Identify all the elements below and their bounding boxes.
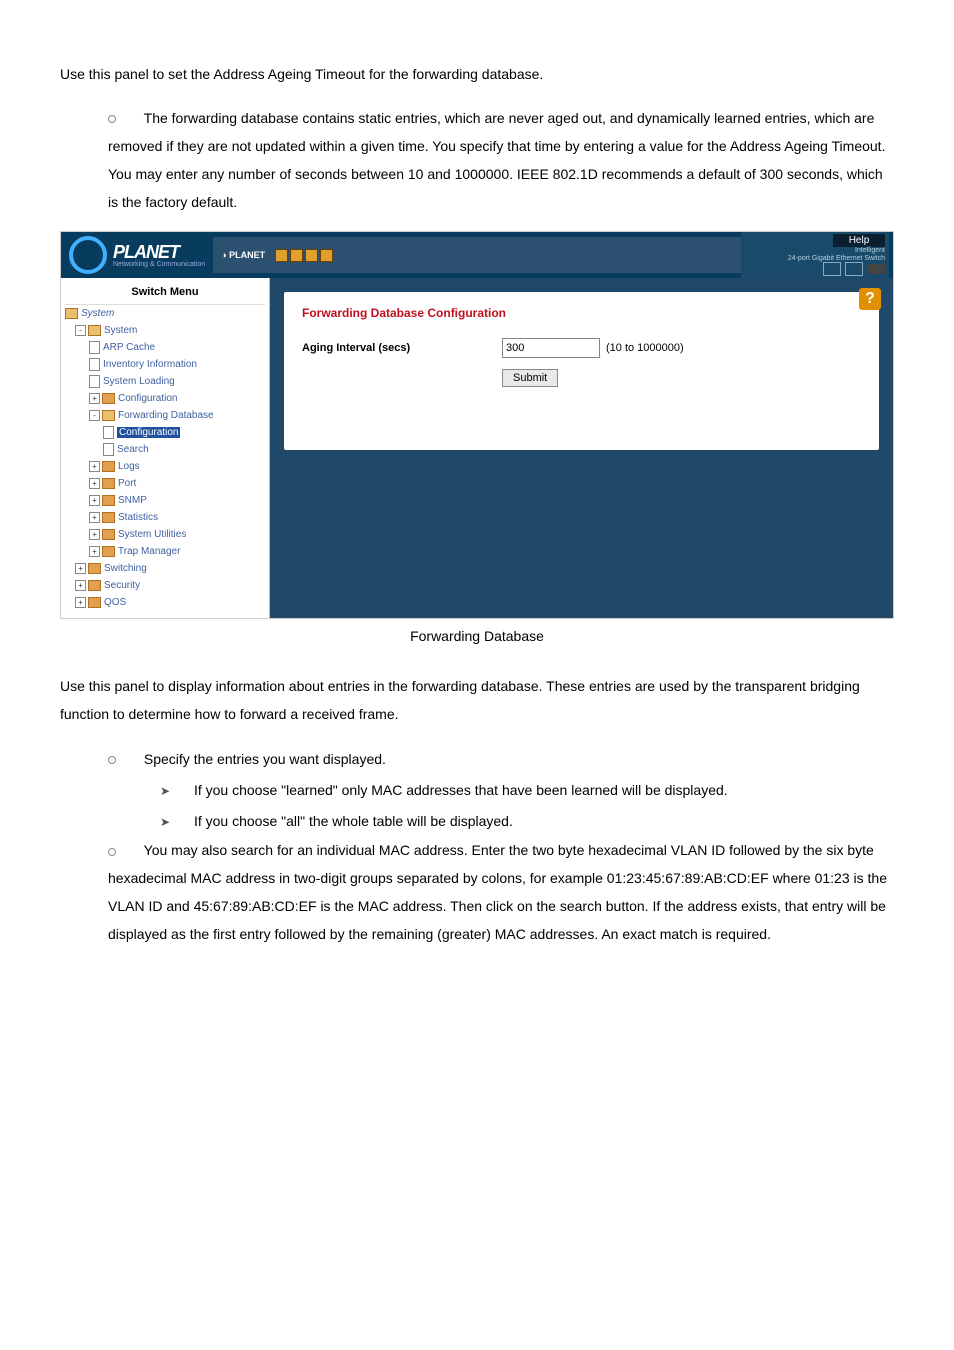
paragraph-search-intro: Use this panel to display information ab… [60, 672, 894, 728]
folder-icon [88, 325, 101, 336]
folder-icon [102, 410, 115, 421]
config-panel: Forwarding Database Configuration Aging … [284, 292, 879, 450]
aging-interval-label: Aging Interval (secs) [302, 342, 502, 354]
device-model-line1: Intelligent [745, 247, 885, 254]
tree-utilities[interactable]: System Utilities [118, 529, 186, 540]
folder-icon [102, 393, 115, 404]
expand-icon[interactable]: + [75, 563, 86, 574]
tree-fwd-search[interactable]: Search [117, 444, 149, 455]
folder-icon [102, 529, 115, 540]
figure-caption: Forwarding Database [60, 628, 894, 644]
expand-icon[interactable]: + [89, 461, 100, 472]
brand-name: PLANET [113, 243, 205, 261]
folder-icon [102, 546, 115, 557]
collapse-icon[interactable]: - [89, 410, 100, 421]
page-icon [103, 443, 114, 456]
collapse-icon[interactable]: - [75, 325, 86, 336]
folder-icon [102, 512, 115, 523]
panel-title: Forwarding Database Configuration [302, 306, 861, 320]
nav-tree: System - System ARP Cache Inventory Infor… [65, 305, 265, 611]
page-icon [89, 341, 100, 354]
expand-icon[interactable]: + [89, 546, 100, 557]
expand-icon[interactable]: + [89, 512, 100, 523]
bullet-icon [108, 756, 116, 764]
folder-icon [102, 478, 115, 489]
learned-text: If you choose "learned" only MAC address… [190, 782, 728, 798]
brand-logo: PLANET Networking & Communication [69, 236, 205, 274]
switch-menu-sidebar: Switch Menu System - System ARP Cache Inv… [61, 278, 270, 618]
tree-stats[interactable]: Statistics [118, 512, 158, 523]
tree-trap[interactable]: Trap Manager [118, 546, 180, 557]
expand-icon[interactable]: + [89, 478, 100, 489]
menu-title: Switch Menu [65, 284, 265, 305]
tree-root[interactable]: System [81, 308, 114, 319]
tree-security[interactable]: Security [104, 580, 140, 591]
sub-bullet-all: ➤ If you choose "all" the whole table wi… [160, 806, 894, 837]
arrow-icon: ➤ [160, 778, 170, 804]
submit-button[interactable]: Submit [502, 369, 558, 387]
content-area: ? Forwarding Database Configuration Agin… [270, 278, 893, 618]
bullet-text: The forwarding database contains static … [108, 110, 885, 210]
page-icon [103, 426, 114, 439]
bullet-ageing: The forwarding database contains static … [108, 104, 894, 216]
expand-icon[interactable]: + [75, 597, 86, 608]
tree-arp[interactable]: ARP Cache [103, 342, 155, 353]
folder-icon [102, 495, 115, 506]
tree-inventory[interactable]: Inventory Information [103, 359, 197, 370]
folder-icon [102, 461, 115, 472]
aging-interval-input[interactable] [502, 338, 600, 358]
brand-tagline: Networking & Communication [113, 261, 205, 268]
tree-configuration[interactable]: Configuration [118, 393, 177, 404]
tree-logs[interactable]: Logs [118, 461, 140, 472]
folder-icon [88, 563, 101, 574]
bullet-filter: Specify the entries you want displayed. [108, 744, 894, 775]
tree-qos[interactable]: QOS [104, 597, 126, 608]
tree-switching[interactable]: Switching [104, 563, 147, 574]
bullet-mac-search: You may also search for an individual MA… [108, 836, 894, 948]
uplink-icon [823, 262, 841, 276]
tree-loading[interactable]: System Loading [103, 376, 175, 387]
help-box: Help Intelligent 24-port Gigabit Etherne… [741, 232, 889, 278]
tree-system[interactable]: System [104, 325, 137, 336]
embedded-screenshot: PLANET Networking & Communication ◑ PLAN… [61, 232, 893, 618]
arrow-icon: ➤ [160, 809, 170, 835]
tree-port[interactable]: Port [118, 478, 136, 489]
logo-ring-icon [69, 236, 107, 274]
bullet-icon [108, 848, 116, 856]
expand-icon[interactable]: + [75, 580, 86, 591]
tree-fwd-config-selected[interactable]: Configuration [117, 427, 180, 438]
bullet-icon [108, 115, 116, 123]
folder-icon [88, 580, 101, 591]
tree-fwd-db[interactable]: Forwarding Database [118, 410, 214, 421]
expand-icon[interactable]: + [89, 393, 100, 404]
device-top-bar: PLANET Networking & Communication ◑ PLAN… [61, 232, 893, 278]
page-icon [89, 358, 100, 371]
device-model-line2: 24-port Gigabit Ethernet Switch [745, 255, 885, 262]
aging-interval-hint: (10 to 1000000) [606, 342, 684, 354]
help-icon[interactable]: ? [859, 288, 881, 310]
all-text: If you choose "all" the whole table will… [190, 813, 513, 829]
help-link[interactable]: Help [833, 234, 885, 247]
tree-snmp[interactable]: SNMP [118, 495, 147, 506]
folder-icon [88, 597, 101, 608]
panel-mini-logo: ◑ PLANET [221, 250, 265, 260]
folder-icon [65, 308, 78, 319]
console-icon [867, 264, 885, 274]
uplink-icon [845, 262, 863, 276]
port-group-yellow [275, 249, 333, 262]
expand-icon[interactable]: + [89, 495, 100, 506]
filter-text: Specify the entries you want displayed. [140, 751, 386, 767]
expand-icon[interactable]: + [89, 529, 100, 540]
page-icon [89, 375, 100, 388]
sub-bullet-learned: ➤ If you choose "learned" only MAC addre… [160, 775, 894, 806]
mac-text: You may also search for an individual MA… [108, 842, 887, 942]
paragraph-intro: Use this panel to set the Address Ageing… [60, 60, 894, 88]
